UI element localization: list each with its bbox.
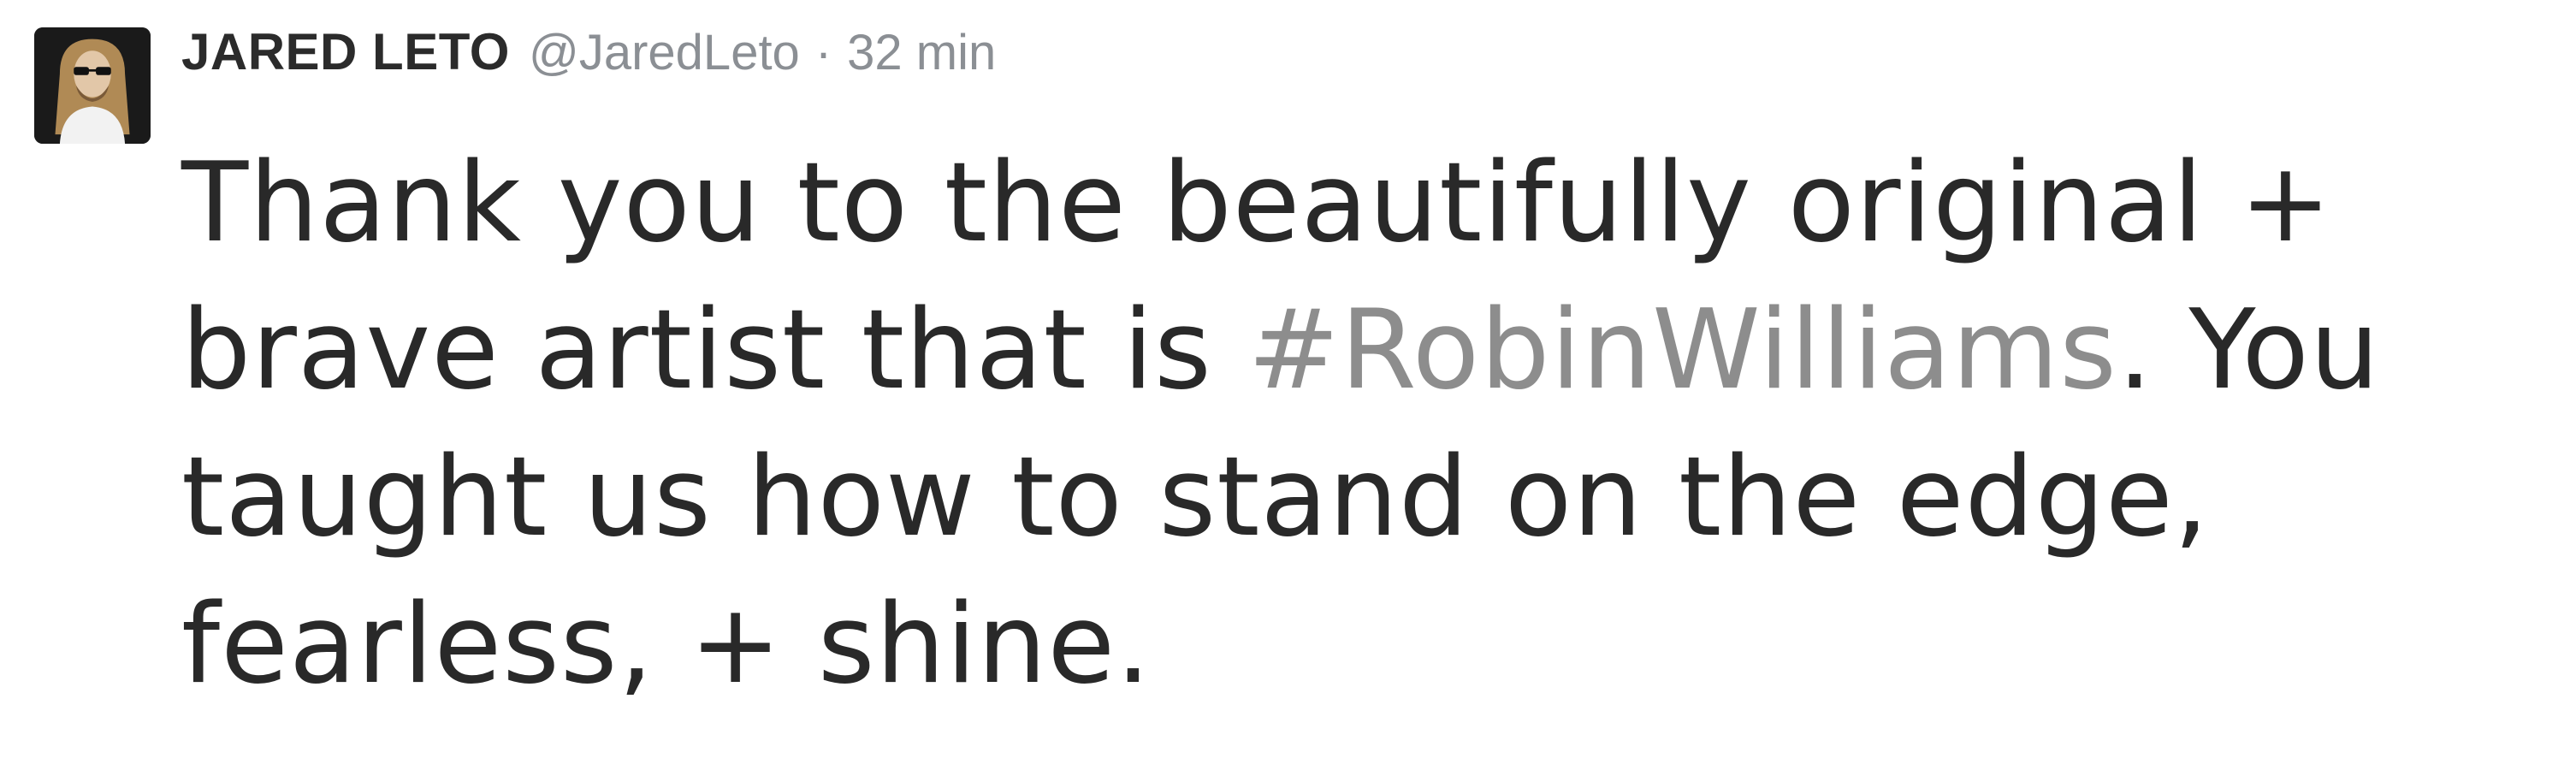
tweet-text: Thank you to the beautifully original + … xyxy=(181,130,2543,719)
author-handle[interactable]: @JaredLeto xyxy=(529,24,800,81)
profile-photo-icon xyxy=(34,27,151,144)
tweet-text-line: fearless, + shine. xyxy=(181,581,1152,708)
tweet-timestamp[interactable]: 32 min xyxy=(847,24,996,81)
tweet-header: JARED LETO @JaredLeto · 32 min xyxy=(181,22,996,99)
tweet-card: JARED LETO @JaredLeto · 32 min Thank you… xyxy=(0,0,2576,770)
tweet-text-segment: . You xyxy=(2117,287,2380,414)
header-separator: · xyxy=(814,25,832,80)
hashtag-link[interactable]: #RobinWilliams xyxy=(1247,287,2117,414)
tweet-text-segment: brave artist that is xyxy=(181,287,1248,414)
author-name[interactable]: JARED LETO xyxy=(181,22,510,81)
author-avatar[interactable] xyxy=(34,27,151,144)
tweet-text-line: brave artist that is #RobinWilliams. You xyxy=(181,277,2543,424)
tweet-text-line: taught us how to stand on the edge, xyxy=(181,434,2210,561)
tweet-text-line: Thank you to the beautifully original + xyxy=(181,139,2332,267)
